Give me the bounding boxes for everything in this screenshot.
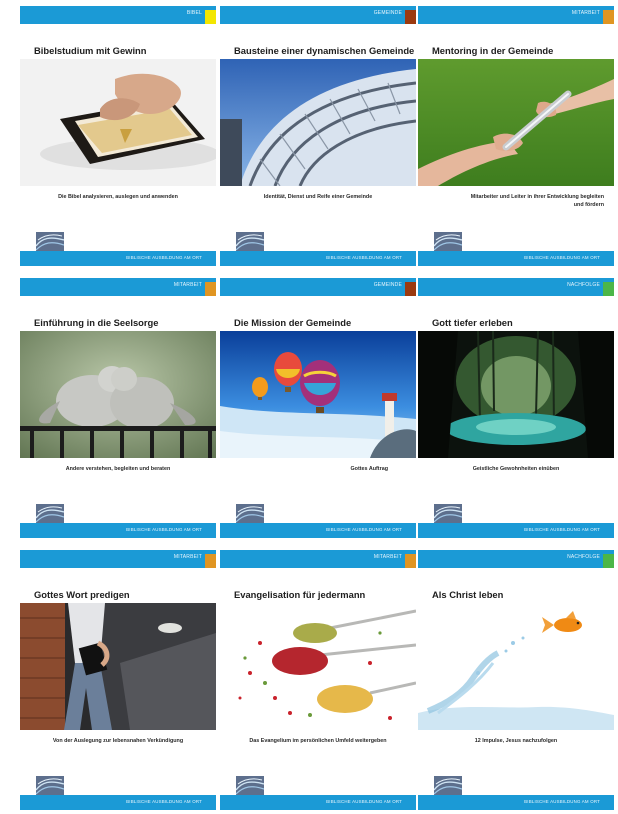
- balloons-photo: [220, 331, 416, 458]
- category-bar: MITARBEIT: [20, 550, 216, 568]
- spices-photo: [220, 603, 416, 730]
- category-bar: MITARBEIT: [20, 278, 216, 296]
- category-label: MITARBEIT: [173, 554, 202, 560]
- category-color-square: [603, 10, 614, 24]
- baton-photo: [418, 59, 614, 186]
- course-title: Evangelisation für jedermann: [234, 589, 366, 600]
- course-card-mentoring[interactable]: MITARBEIT Mentoring in der Gemeinde Mita…: [418, 0, 614, 266]
- category-color-square: [205, 282, 216, 296]
- slogan-bar: BIBLISCHE AUSBILDUNG AM ORT: [418, 795, 614, 810]
- course-subtitle: 12 Impulse, Jesus nachzufolgen: [474, 738, 558, 744]
- slogan-text: BIBLISCHE AUSBILDUNG AM ORT: [524, 799, 600, 804]
- category-label: BIBEL: [186, 10, 202, 16]
- course-card-gott-tiefer[interactable]: NACHFOLGE Gott tiefer erleben Geistliche…: [418, 272, 614, 538]
- goldfish-photo: [418, 603, 614, 730]
- category-bar: GEMEINDE: [220, 6, 416, 24]
- category-color-square: [405, 10, 416, 24]
- building-photo: [220, 59, 416, 186]
- category-color-square: [205, 554, 216, 568]
- category-bar: MITARBEIT: [220, 550, 416, 568]
- course-subtitle: Mitarbeiter und Leiter in ihrer Entwickl…: [470, 194, 604, 208]
- course-title: Mentoring in der Gemeinde: [432, 45, 554, 56]
- category-label: MITARBEIT: [571, 10, 600, 16]
- course-title: Bibelstudium mit Gewinn: [34, 45, 147, 56]
- slogan-text: BIBLISCHE AUSBILDUNG AM ORT: [126, 527, 202, 532]
- course-card-als-christ[interactable]: NACHFOLGE Als Christ leben 12 Impulse, J…: [418, 544, 614, 810]
- course-subtitle: Die Bibel analysieren, auslegen und anwe…: [58, 194, 178, 200]
- slogan-bar: BIBLISCHE AUSBILDUNG AM ORT: [220, 251, 416, 266]
- course-title: Die Mission der Gemeinde: [234, 317, 352, 328]
- course-card-seelsorge[interactable]: MITARBEIT Einführung in die Seelsorge An…: [20, 272, 216, 538]
- course-card-mission[interactable]: GEMEINDE Die Mission der Gemeinde Gottes…: [220, 272, 416, 538]
- category-label: GEMEINDE: [373, 10, 402, 16]
- slogan-text: BIBLISCHE AUSBILDUNG AM ORT: [326, 527, 402, 532]
- doves-photo: [20, 331, 216, 458]
- category-bar: MITARBEIT: [418, 6, 614, 24]
- slogan-bar: BIBLISCHE AUSBILDUNG AM ORT: [220, 795, 416, 810]
- category-color-square: [603, 282, 614, 296]
- course-subtitle: Geistliche Gewohnheiten einüben: [472, 466, 560, 472]
- course-title: Gott tiefer erleben: [432, 317, 513, 328]
- slogan-text: BIBLISCHE AUSBILDUNG AM ORT: [524, 255, 600, 260]
- slogan-text: BIBLISCHE AUSBILDUNG AM ORT: [126, 255, 202, 260]
- bible-photo: [20, 59, 216, 186]
- category-label: NACHFOLGE: [567, 554, 600, 560]
- course-subtitle: Das Evangelium im persönlichen Umfeld we…: [249, 738, 387, 744]
- slogan-bar: BIBLISCHE AUSBILDUNG AM ORT: [20, 795, 216, 810]
- category-label: MITARBEIT: [373, 554, 402, 560]
- course-subtitle: Von der Auslegung zur lebensnahen Verkün…: [52, 738, 184, 744]
- slogan-text: BIBLISCHE AUSBILDUNG AM ORT: [126, 799, 202, 804]
- slogan-text: BIBLISCHE AUSBILDUNG AM ORT: [326, 255, 402, 260]
- category-bar: NACHFOLGE: [418, 550, 614, 568]
- category-color-square: [405, 282, 416, 296]
- slogan-bar: BIBLISCHE AUSBILDUNG AM ORT: [220, 523, 416, 538]
- slogan-text: BIBLISCHE AUSBILDUNG AM ORT: [524, 527, 600, 532]
- preacher-photo: [20, 603, 216, 730]
- slogan-bar: BIBLISCHE AUSBILDUNG AM ORT: [20, 523, 216, 538]
- course-subtitle: Andere verstehen, begleiten und beraten: [65, 466, 171, 472]
- course-title: Gottes Wort predigen: [34, 589, 130, 600]
- course-subtitle: Identität, Dienst und Reife einer Gemein…: [263, 194, 373, 200]
- category-color-square: [603, 554, 614, 568]
- category-label: GEMEINDE: [373, 282, 402, 288]
- category-bar: GEMEINDE: [220, 278, 416, 296]
- course-card-bibelstudium[interactable]: BIBEL Bibelstudium mit Gewinn Die Bibel …: [20, 0, 216, 266]
- course-title: Als Christ leben: [432, 589, 504, 600]
- category-bar: NACHFOLGE: [418, 278, 614, 296]
- category-label: NACHFOLGE: [567, 282, 600, 288]
- category-color-square: [405, 554, 416, 568]
- slogan-bar: BIBLISCHE AUSBILDUNG AM ORT: [418, 251, 614, 266]
- category-bar: BIBEL: [20, 6, 216, 24]
- course-card-predigen[interactable]: MITARBEIT Gottes Wort predigen Von der A…: [20, 544, 216, 810]
- course-title: Bausteine einer dynamischen Gemeinde: [234, 45, 415, 56]
- course-title: Einführung in die Seelsorge: [34, 317, 159, 328]
- cave-photo: [418, 331, 614, 458]
- slogan-bar: BIBLISCHE AUSBILDUNG AM ORT: [418, 523, 614, 538]
- course-grid: BIBEL Bibelstudium mit Gewinn Die Bibel …: [0, 0, 618, 814]
- category-color-square: [205, 10, 216, 24]
- slogan-bar: BIBLISCHE AUSBILDUNG AM ORT: [20, 251, 216, 266]
- course-card-evangelisation[interactable]: MITARBEIT Evangelisation für jedermann D…: [220, 544, 416, 810]
- slogan-text: BIBLISCHE AUSBILDUNG AM ORT: [326, 799, 402, 804]
- course-subtitle: Gottes Auftrag: [350, 466, 388, 472]
- category-label: MITARBEIT: [173, 282, 202, 288]
- course-card-bausteine[interactable]: GEMEINDE Bausteine einer dynamischen Gem…: [220, 0, 416, 266]
